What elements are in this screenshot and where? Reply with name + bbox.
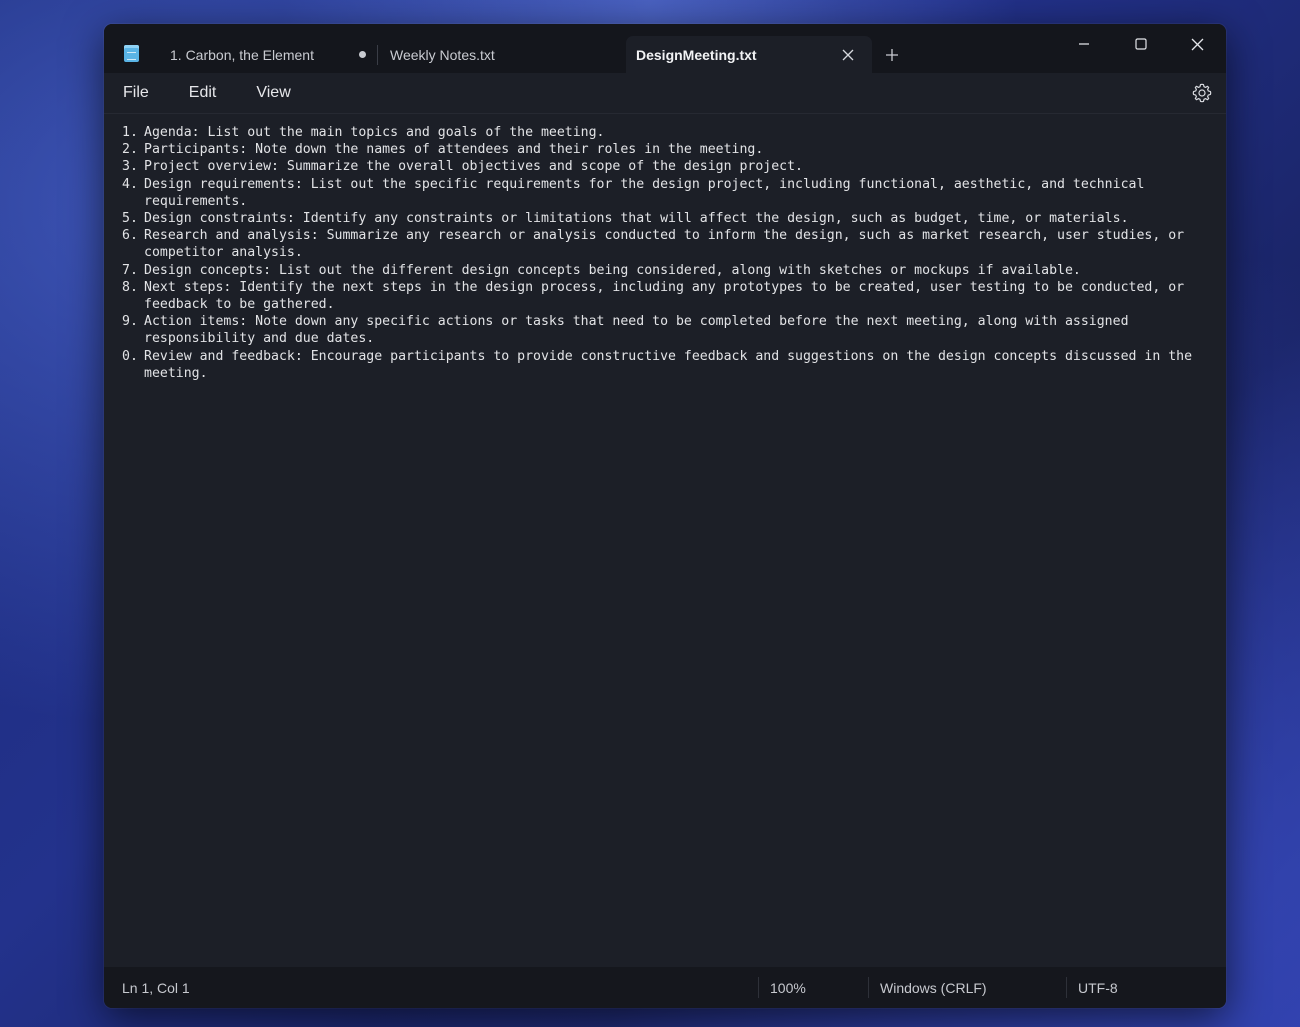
status-divider [758, 977, 759, 998]
maximize-icon [1134, 38, 1147, 50]
line-number: 9. [122, 314, 138, 330]
tab-label: Weekly Notes.txt [390, 46, 495, 63]
text-line: 9. Action items: Note down any specific a… [122, 313, 1208, 347]
line-number: 8. [122, 279, 138, 295]
text-line: 6. Research and analysis: Summarize any r… [122, 227, 1208, 261]
unsaved-indicator-icon [359, 51, 366, 58]
line-text: Next steps: Identify the next steps in t… [144, 279, 1193, 313]
line-text: Design constraints: Identify any constra… [144, 211, 1129, 227]
new-tab-button[interactable] [872, 36, 912, 73]
minimize-icon [1078, 43, 1089, 45]
menu-edit[interactable]: Edit [171, 78, 235, 108]
tab-carbon-the-element[interactable]: 1. Carbon, the Element [158, 36, 378, 73]
notepad-icon [124, 45, 139, 62]
status-divider [1066, 977, 1067, 998]
line-text: Action items: Note down any specific act… [144, 314, 1137, 347]
line-number: 5. [122, 211, 138, 227]
line-number: 3. [122, 159, 138, 175]
close-icon [1191, 38, 1204, 50]
line-ending[interactable]: Windows (CRLF) [880, 980, 987, 996]
close-window-button[interactable] [1169, 24, 1226, 64]
settings-button[interactable] [1190, 81, 1214, 105]
close-tab-icon[interactable] [836, 43, 860, 67]
status-divider [868, 977, 869, 998]
line-number: 7. [122, 262, 138, 278]
line-text: Participants: Note down the names of att… [144, 142, 764, 158]
line-number: 0. [122, 348, 138, 364]
text-line: 1. Agenda: List out the main topics and g… [122, 124, 1208, 141]
text-line: 7. Design concepts: List out the differen… [122, 262, 1208, 279]
menu-file[interactable]: File [105, 78, 167, 108]
text-line: 8. Next steps: Identify the next steps in… [122, 279, 1208, 313]
line-number: 2. [122, 142, 138, 158]
tab-weekly-notes[interactable]: Weekly Notes.txt [378, 36, 626, 73]
text-line: 2. Participants: Note down the names of a… [122, 141, 1208, 158]
line-text: Design requirements: List out the specif… [144, 176, 1153, 209]
cursor-position[interactable]: Ln 1, Col 1 [122, 980, 190, 996]
text-line: 3. Project overview: Summarize the overal… [122, 158, 1208, 175]
gear-icon [1192, 83, 1212, 103]
text-line: 4. Design requirements: List out the spec… [122, 176, 1208, 210]
line-text: Review and feedback: Encourage participa… [144, 348, 1200, 381]
line-number: 4. [122, 176, 138, 192]
plus-icon [886, 48, 898, 61]
notepad-window: 1. Carbon, the Element Weekly Notes.txt … [104, 24, 1226, 1008]
menu-bar: File Edit View [104, 73, 1226, 114]
text-line: 5. Design constraints: Identify any const… [122, 210, 1208, 227]
text-line: 0. Review and feedback: Encourage partici… [122, 348, 1208, 382]
line-text: Project overview: Summarize the overall … [144, 159, 803, 175]
text-editor[interactable]: 1. Agenda: List out the main topics and g… [104, 114, 1226, 967]
tab-design-meeting[interactable]: DesignMeeting.txt [626, 36, 872, 73]
encoding[interactable]: UTF-8 [1078, 980, 1118, 996]
line-number: 6. [122, 228, 138, 244]
line-text: Design concepts: List out the different … [144, 262, 1081, 278]
title-bar[interactable]: 1. Carbon, the Element Weekly Notes.txt … [104, 24, 1226, 73]
status-bar: Ln 1, Col 1 100% Windows (CRLF) UTF-8 [104, 967, 1226, 1008]
window-controls [1055, 24, 1226, 64]
line-text: Agenda: List out the main topics and goa… [144, 125, 605, 140]
tab-label: 1. Carbon, the Element [170, 46, 314, 63]
menu-view[interactable]: View [238, 78, 308, 108]
line-text: Research and analysis: Summarize any res… [144, 228, 1193, 261]
maximize-button[interactable] [1112, 24, 1169, 64]
tab-label: DesignMeeting.txt [636, 46, 757, 63]
tab-strip: 1. Carbon, the Element Weekly Notes.txt … [158, 36, 912, 73]
line-number: 1. [122, 125, 138, 140]
zoom-level[interactable]: 100% [770, 980, 806, 996]
minimize-button[interactable] [1055, 24, 1112, 64]
